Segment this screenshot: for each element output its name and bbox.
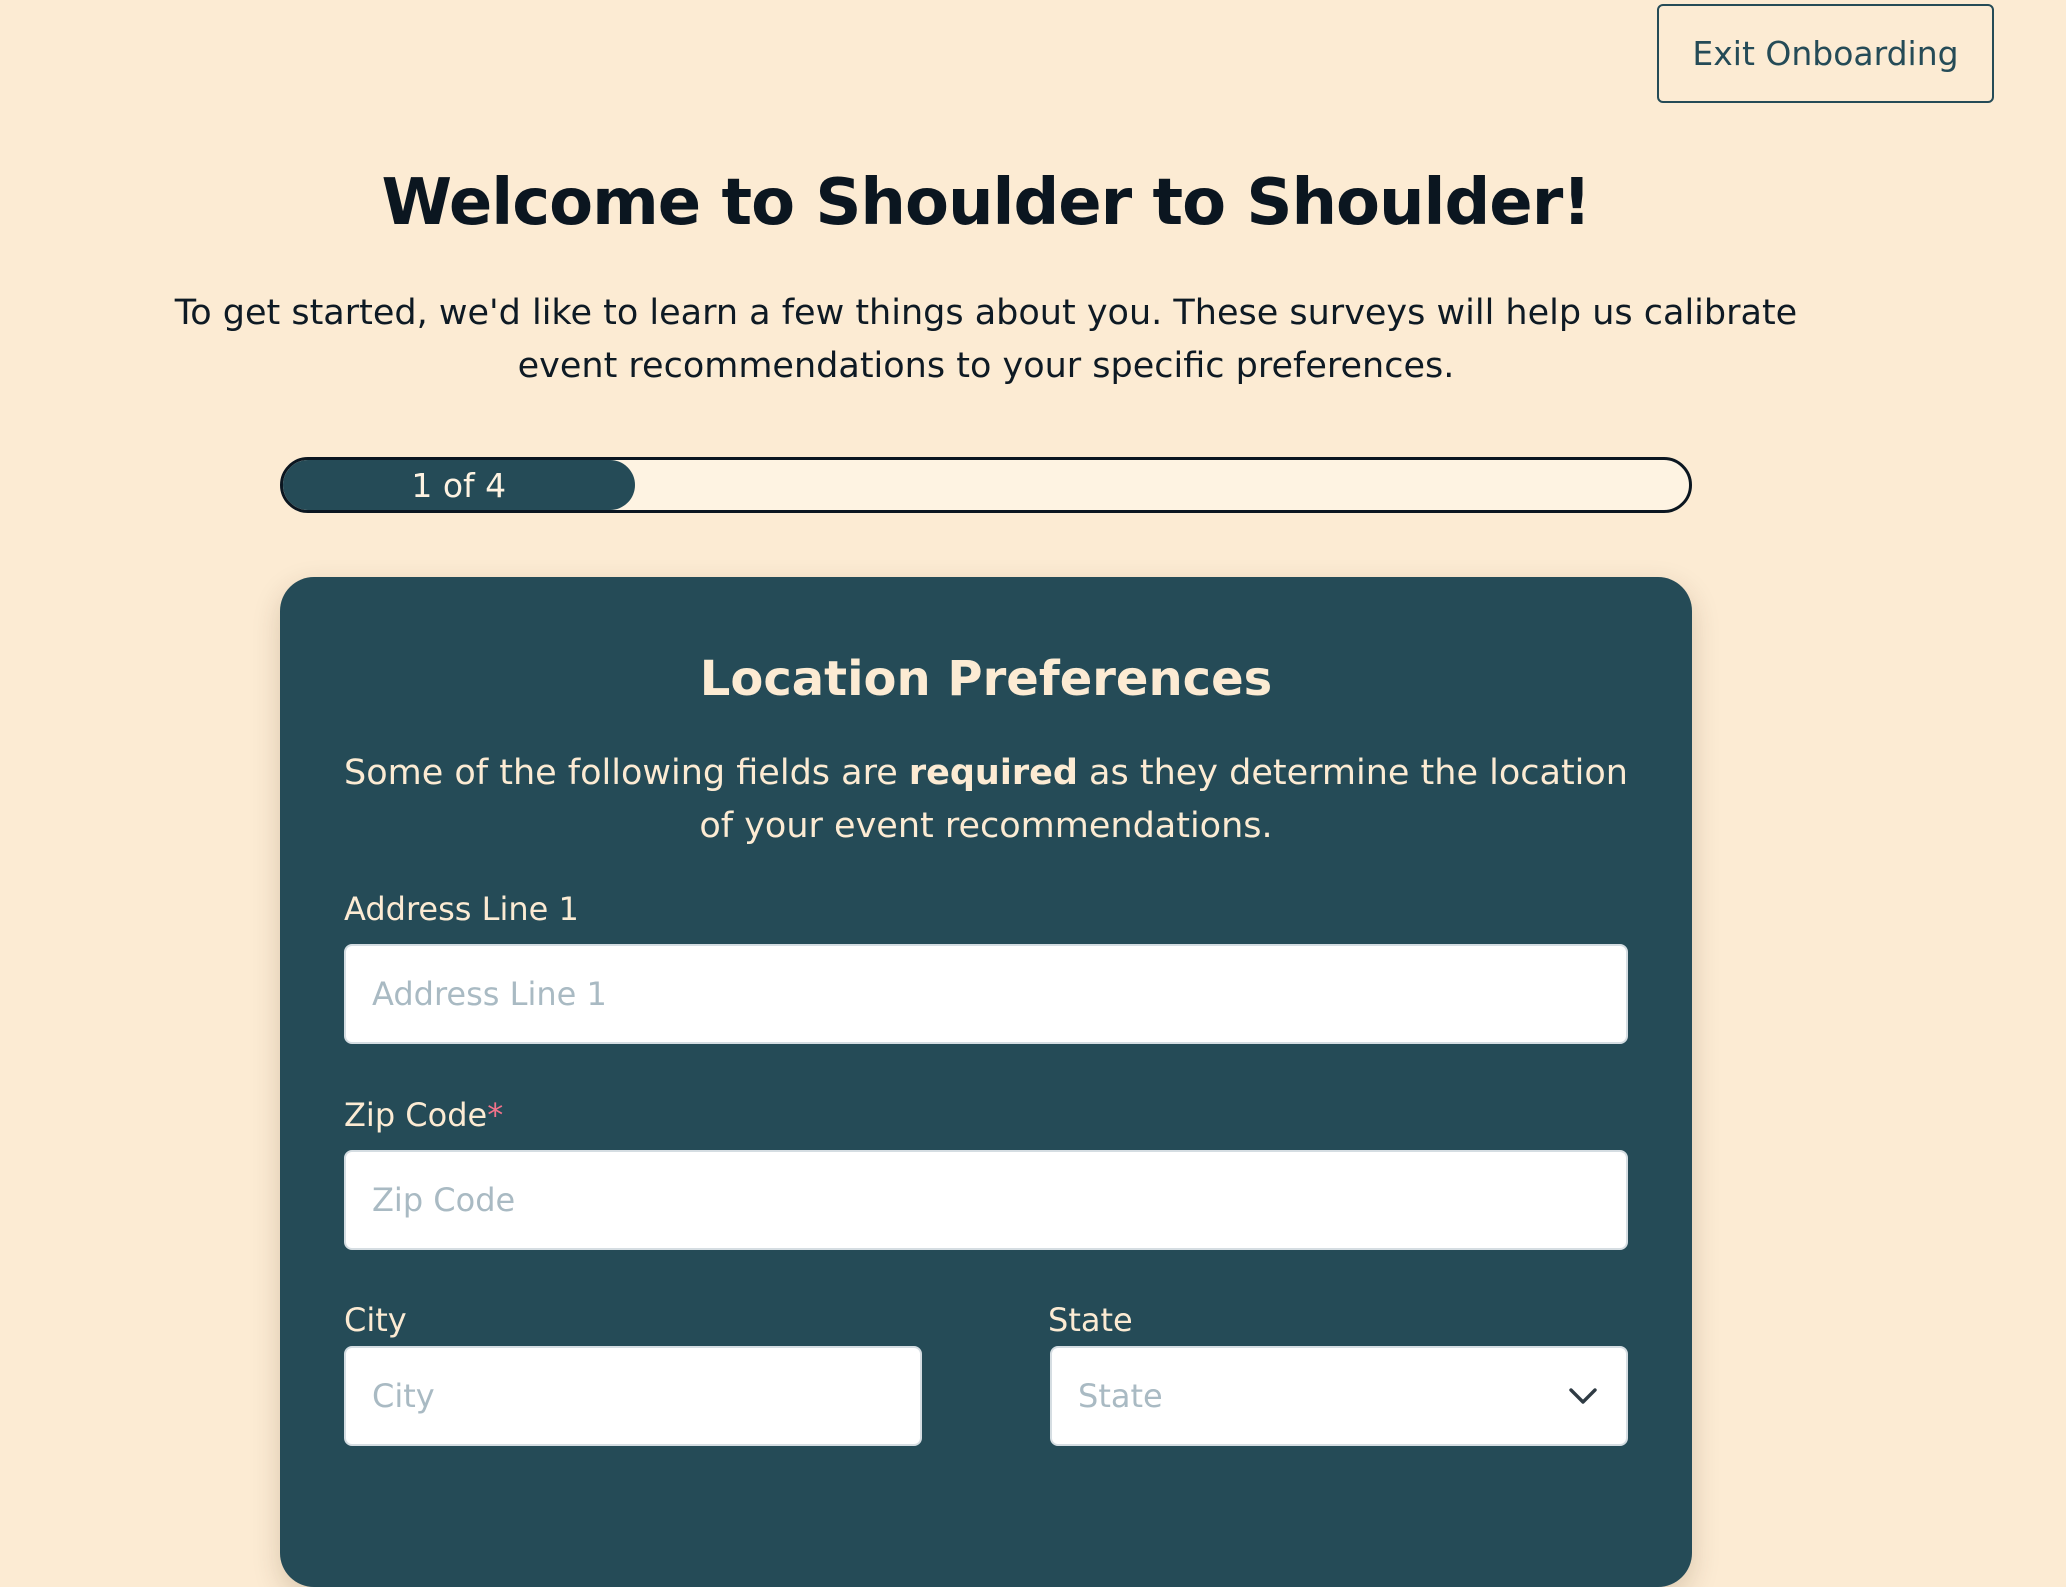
description-text: Some of the following fields are bbox=[343, 753, 909, 793]
progress-fill: 1 of 4 bbox=[283, 460, 635, 510]
chevron-down-icon bbox=[1566, 1379, 1600, 1413]
address-line-1-label: Address Line 1 bbox=[344, 890, 579, 928]
state-label: State bbox=[1048, 1301, 1133, 1339]
state-select[interactable]: State bbox=[1050, 1346, 1628, 1446]
address-line-1-input[interactable] bbox=[344, 944, 1628, 1044]
exit-onboarding-button[interactable]: Exit Onboarding bbox=[1657, 4, 1994, 103]
page-title: Welcome to Shoulder to Shoulder! bbox=[381, 166, 1592, 240]
onboarding-progress-bar: 1 of 4 bbox=[280, 457, 1692, 513]
intro-text: To get started, we'd like to learn a few… bbox=[174, 293, 1798, 386]
card-title: Location Preferences bbox=[699, 651, 1273, 707]
city-label: City bbox=[344, 1301, 407, 1339]
zip-code-label: Zip Code* bbox=[344, 1095, 503, 1135]
required-asterisk: * bbox=[487, 1096, 504, 1134]
state-select-value: State bbox=[1078, 1377, 1163, 1415]
progress-label: 1 of 4 bbox=[411, 465, 507, 505]
description-required-emphasis: required bbox=[908, 753, 1078, 793]
zip-code-input[interactable] bbox=[344, 1150, 1628, 1250]
zip-code-label-text: Zip Code bbox=[344, 1096, 488, 1134]
city-input[interactable] bbox=[344, 1346, 922, 1446]
location-preferences-card: Location Preferences Some of the followi… bbox=[280, 577, 1692, 1587]
card-description: Some of the following fields are require… bbox=[340, 747, 1632, 853]
